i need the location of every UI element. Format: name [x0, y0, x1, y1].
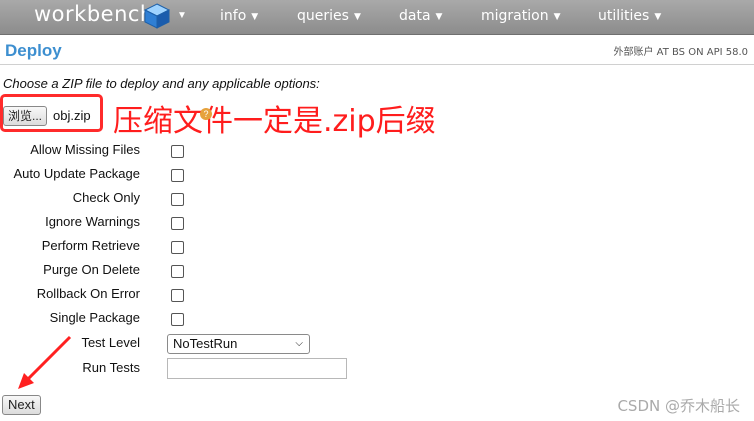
nav-info[interactable]: info ▼	[220, 8, 258, 24]
test-level-select[interactable]: NoTestRun ⌵	[167, 334, 310, 354]
option-label-ignore-warnings: Ignore Warnings	[45, 214, 140, 229]
nav-queries-label: queries	[297, 8, 349, 24]
annotation-text: 压缩文件一定是.zip后缀	[113, 104, 436, 139]
option-label-single-package: Single Package	[49, 310, 140, 325]
option-label-auto-update-package: Auto Update Package	[13, 166, 140, 181]
chevron-down-icon: ▼	[251, 12, 259, 22]
chevron-down-icon: ▼	[435, 12, 443, 22]
workbench-logo[interactable]: workbench	[34, 2, 154, 26]
run-tests-input[interactable]	[167, 358, 347, 379]
checkbox-rollback-on-error[interactable]	[171, 289, 184, 302]
checkbox-ignore-warnings[interactable]	[171, 217, 184, 230]
checkbox-perform-retrieve[interactable]	[171, 241, 184, 254]
run-tests-label: Run Tests	[82, 360, 140, 375]
test-level-label: Test Level	[81, 335, 140, 350]
checkbox-single-package[interactable]	[171, 313, 184, 326]
option-label-rollback-on-error: Rollback On Error	[36, 286, 140, 301]
nav-data[interactable]: data ▼	[399, 8, 442, 24]
nav-utilities[interactable]: utilities ▼	[598, 8, 661, 24]
page-title: Deploy	[5, 41, 62, 60]
nav-migration-label: migration	[481, 8, 549, 24]
checkbox-check-only[interactable]	[171, 193, 184, 206]
chevron-down-icon: ▼	[553, 12, 561, 22]
option-label-allow-missing-files: Allow Missing Files	[30, 142, 140, 157]
nav-info-label: info	[220, 8, 247, 24]
nav-utilities-label: utilities	[598, 8, 650, 24]
logo-chevron-down-icon[interactable]: ▼	[177, 10, 187, 21]
watermark: CSDN @乔木船长	[617, 397, 740, 415]
chevron-down-icon: ⌵	[295, 338, 303, 349]
checkbox-allow-missing-files[interactable]	[171, 145, 184, 158]
option-label-check-only: Check Only	[72, 190, 140, 205]
annotation-arrow-icon	[18, 335, 72, 389]
user-info: 外部账户 AT BS ON API 58.0	[613, 47, 748, 58]
nav-data-label: data	[399, 8, 431, 24]
checkbox-auto-update-package[interactable]	[171, 169, 184, 182]
deploy-instructions: Choose a ZIP file to deploy and any appl…	[3, 76, 320, 91]
cube-logo-icon	[144, 3, 170, 29]
nav-migration[interactable]: migration ▼	[481, 8, 561, 24]
test-level-value: NoTestRun	[173, 336, 238, 351]
nav-queries[interactable]: queries ▼	[297, 8, 361, 24]
checkbox-purge-on-delete[interactable]	[171, 265, 184, 278]
chevron-down-icon: ▼	[353, 12, 361, 22]
selected-file-name: obj.zip	[53, 108, 91, 123]
header-divider	[0, 64, 754, 65]
option-label-perform-retrieve: Perform Retrieve	[41, 238, 140, 253]
help-icon[interactable]: ?	[200, 108, 212, 120]
option-label-purge-on-delete: Purge On Delete	[43, 262, 140, 277]
next-button[interactable]: Next	[2, 395, 41, 415]
chevron-down-icon: ▼	[654, 12, 662, 22]
browse-button[interactable]: 浏览...	[3, 106, 48, 126]
top-nav-bar: workbench ▼ info ▼ queries ▼ data ▼ migrati…	[0, 0, 754, 35]
